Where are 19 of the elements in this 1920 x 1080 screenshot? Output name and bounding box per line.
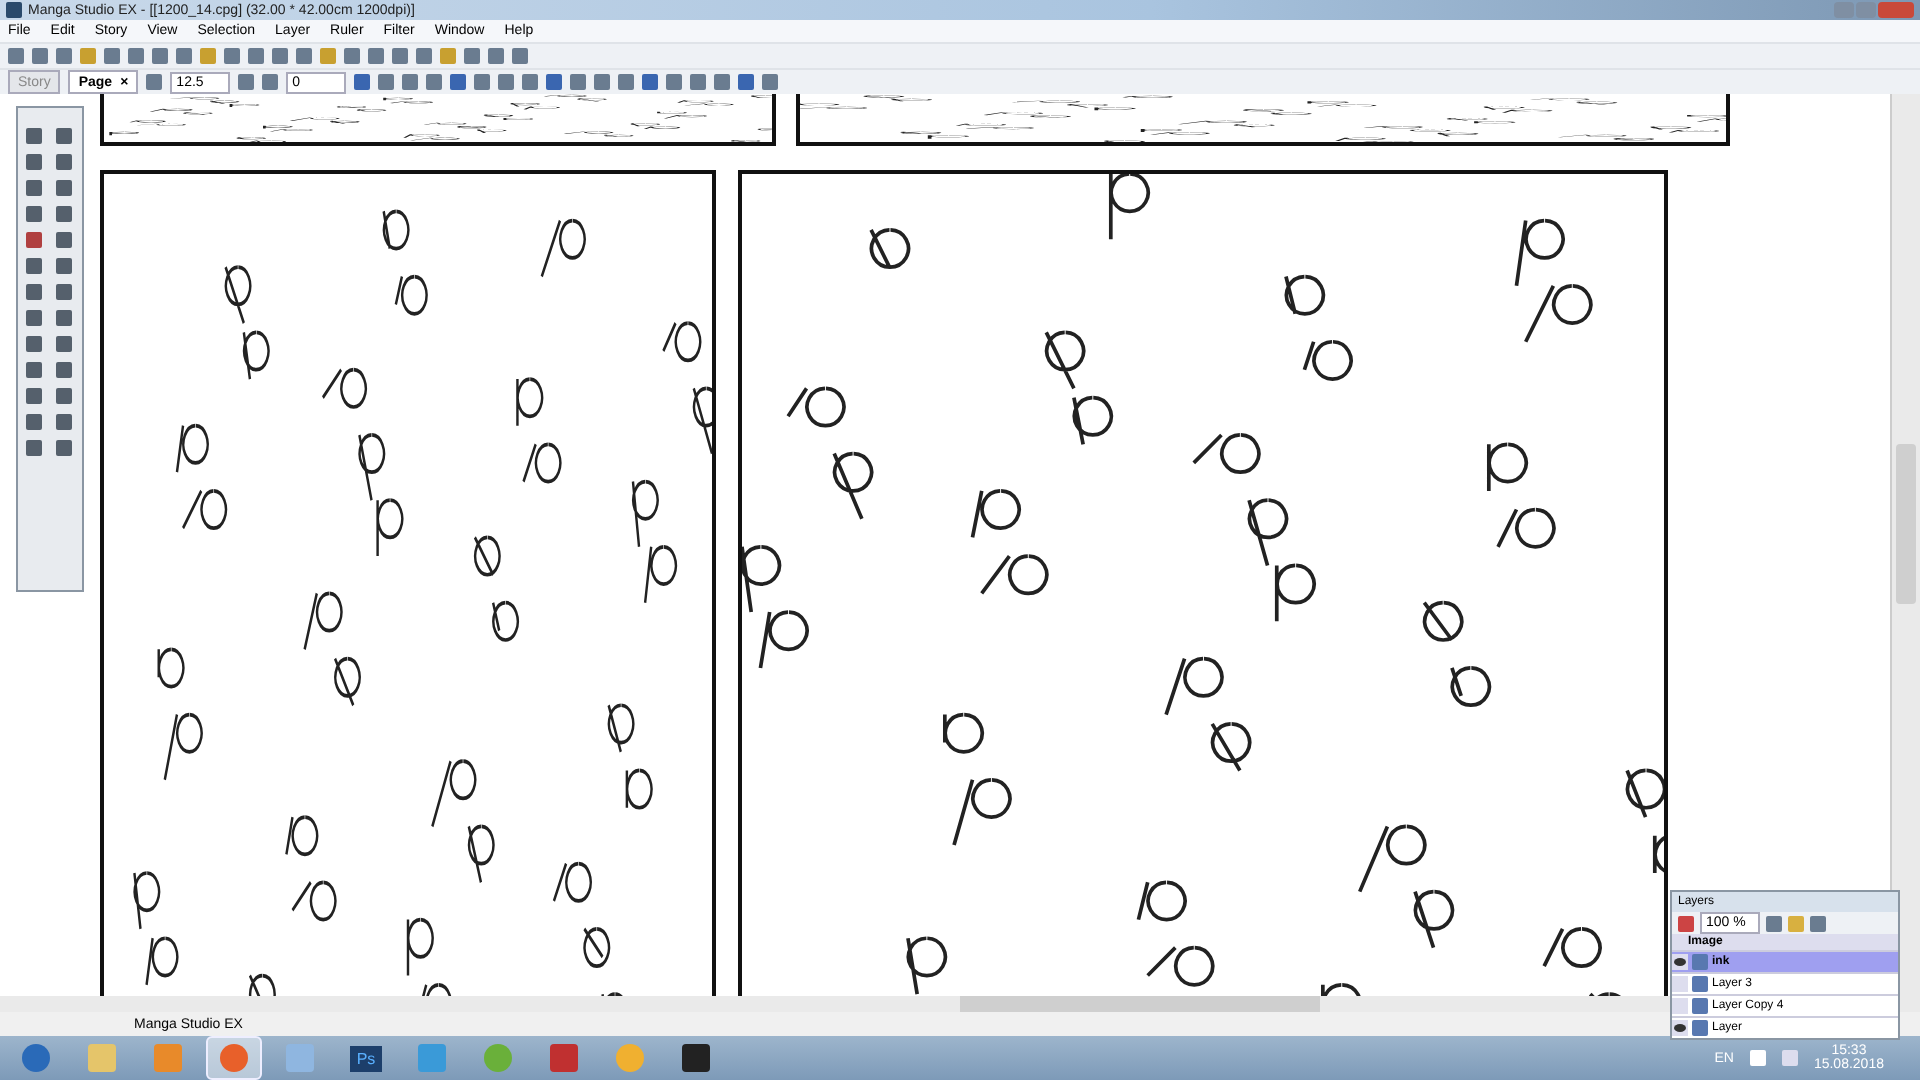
close-button[interactable] bbox=[1878, 2, 1914, 18]
minimize-button[interactable] bbox=[1834, 2, 1854, 18]
visibility-toggle[interactable] bbox=[1672, 998, 1688, 1014]
vertical-scrollbar[interactable] bbox=[1892, 94, 1920, 996]
app-icon bbox=[616, 1044, 644, 1072]
visibility-toggle[interactable] bbox=[1672, 954, 1688, 970]
maximize-button[interactable] bbox=[1856, 2, 1876, 18]
app-icon bbox=[682, 1044, 710, 1072]
app-icon bbox=[484, 1044, 512, 1072]
app-icon bbox=[418, 1044, 446, 1072]
app-icon bbox=[286, 1044, 314, 1072]
app-icon bbox=[6, 2, 22, 18]
app-icon bbox=[88, 1044, 116, 1072]
visibility-toggle[interactable] bbox=[1672, 976, 1688, 992]
visibility-toggle[interactable] bbox=[1672, 1020, 1688, 1036]
app-icon bbox=[550, 1044, 578, 1072]
app-icon bbox=[154, 1044, 182, 1072]
taskbar-app[interactable]: Ps bbox=[338, 1036, 394, 1080]
app-icon bbox=[220, 1044, 248, 1072]
